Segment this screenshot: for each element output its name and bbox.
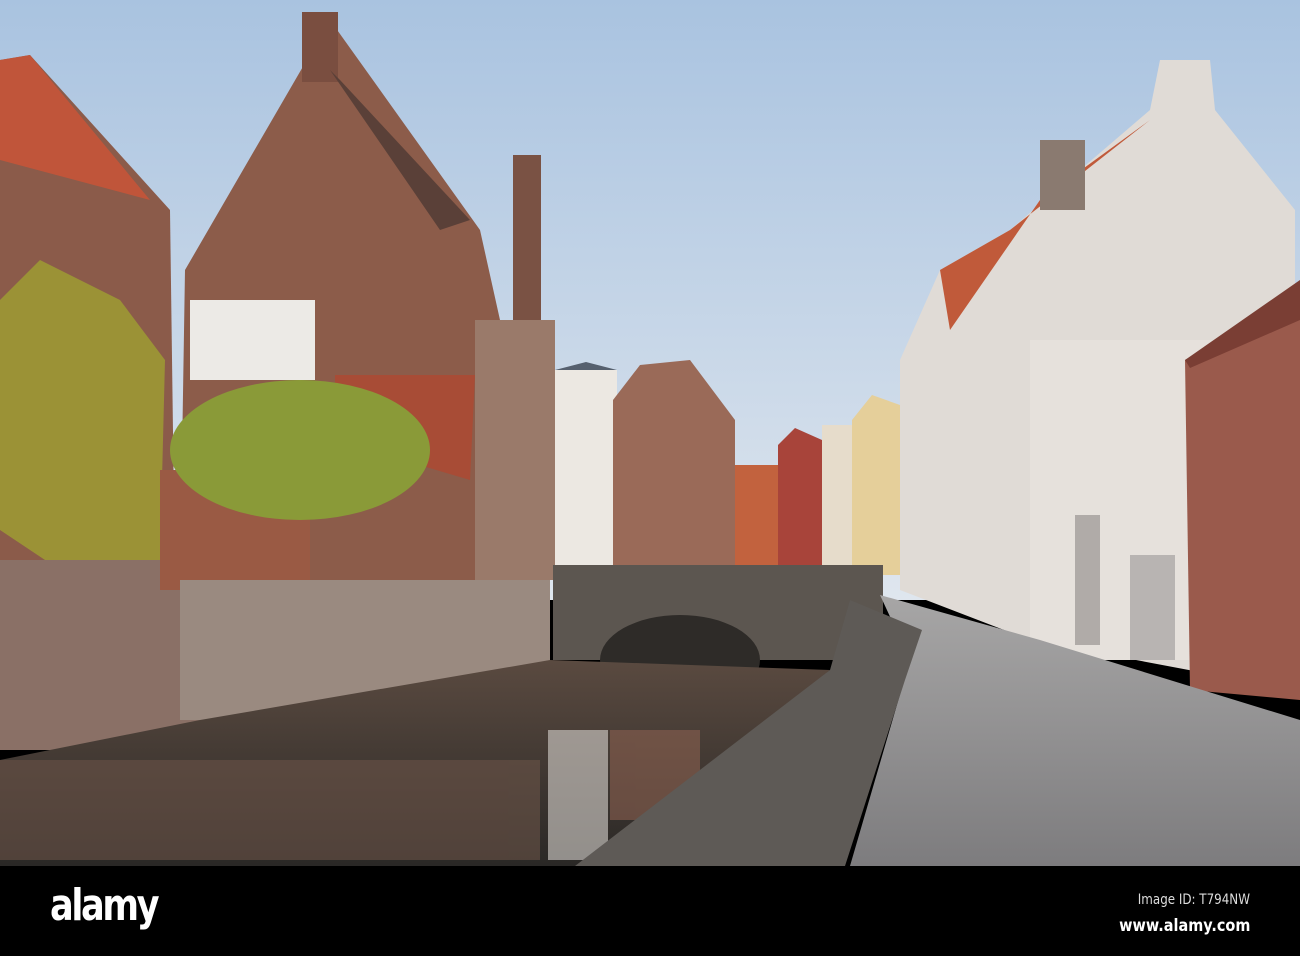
website-link[interactable]: www.alamy.com — [1119, 916, 1250, 936]
canal-street-photo — [0, 0, 1300, 866]
image-id-label: Image ID: T794NW — [1137, 892, 1250, 908]
alamy-logo: alamy — [50, 880, 160, 931]
stock-footer-bar: alamy Image ID: T794NW www.alamy.com — [0, 866, 1300, 956]
